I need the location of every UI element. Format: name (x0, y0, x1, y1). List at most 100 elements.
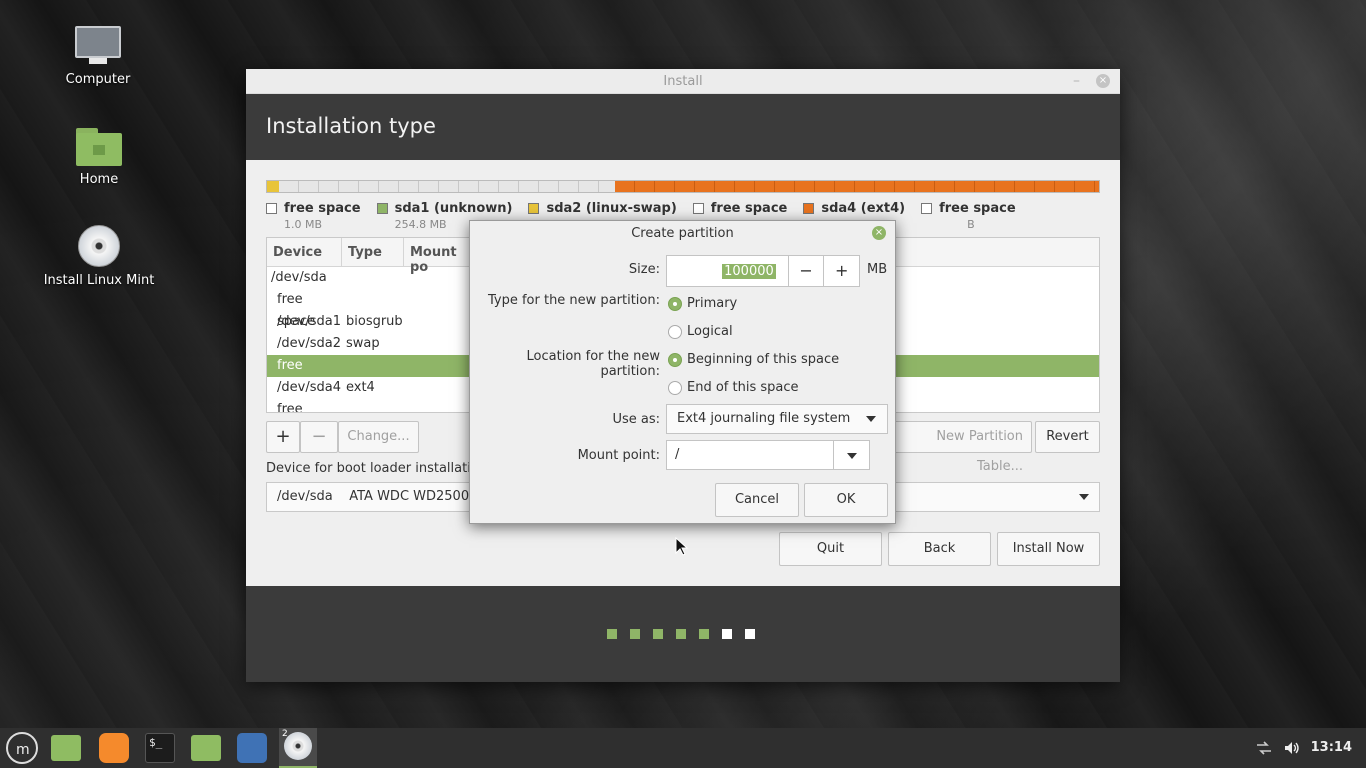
legend-label: sda4 (ext4) (821, 201, 906, 216)
row-device: /dev/sda4 (277, 380, 341, 395)
mount-point-combo[interactable]: / (666, 440, 870, 470)
desktop-icon-home[interactable]: Home (39, 128, 159, 187)
system-tray: 13:14 (1255, 728, 1352, 768)
partition-bar (266, 180, 1100, 193)
decrease-size-button[interactable]: − (787, 256, 824, 286)
size-spinbox[interactable]: 100000 − + (666, 255, 860, 287)
radio-unchecked-icon (668, 324, 682, 339)
mount-point-input[interactable]: / (667, 441, 833, 469)
progress-dot-pending (722, 629, 732, 639)
legend-label: sda2 (linux-swap) (546, 201, 677, 216)
bootloader-label: Device for boot loader installation (266, 461, 488, 476)
firefox-icon[interactable] (99, 733, 129, 763)
desktop-icon-label: Home (79, 172, 119, 187)
dialog-title: Create partition (631, 226, 734, 241)
row-type (342, 267, 422, 289)
workspace-badge: 2 (282, 729, 288, 739)
increase-size-button[interactable]: + (823, 256, 859, 286)
partition-bar-sda2 (267, 181, 279, 192)
legend-label: free space (939, 201, 1016, 216)
legend-size: B (967, 218, 975, 231)
computer-icon (75, 26, 121, 66)
radio-label: Primary (687, 296, 738, 311)
location-label: Location for the new partition: (526, 349, 660, 379)
radio-logical[interactable]: Logical (668, 324, 733, 339)
legend-swatch (692, 203, 704, 214)
radio-beginning[interactable]: Beginning of this space (668, 352, 839, 367)
use-as-select[interactable]: Ext4 journaling file system (666, 404, 888, 434)
size-input[interactable]: 100000 (722, 263, 776, 279)
desktop-icon-label: Computer (65, 72, 131, 87)
row-device: free space (277, 358, 316, 395)
legend-label: sda1 (unknown) (394, 201, 513, 216)
volume-icon[interactable] (1283, 740, 1301, 756)
legend-item: free space B (921, 201, 1016, 231)
bootloader-model: ATA WDC WD2500AA (349, 489, 488, 504)
remove-partition-button[interactable]: − (300, 421, 338, 453)
new-partition-table-button[interactable]: New Partition Table... (886, 421, 1032, 474)
radio-checked-icon (668, 352, 682, 367)
svg-text:m: m (16, 742, 30, 758)
size-label: Size: (628, 262, 660, 277)
row-type (342, 355, 422, 377)
close-icon[interactable]: × (1096, 74, 1110, 88)
bootloader-device: /dev/sda (277, 489, 333, 504)
column-type[interactable]: Type (342, 238, 404, 266)
taskbar-item-installer[interactable]: 2 (279, 728, 317, 768)
row-device: /dev/sda2 (277, 336, 341, 351)
column-device[interactable]: Device (267, 238, 342, 266)
ok-button[interactable]: OK (804, 483, 888, 517)
disc-icon (78, 225, 120, 267)
installer-icon (284, 732, 312, 760)
row-device: /dev/sda (271, 270, 327, 285)
legend-swatch (803, 203, 815, 214)
progress-dots (607, 629, 755, 639)
partition-bar-free (279, 181, 615, 192)
desktop-icon-computer[interactable]: Computer (38, 26, 158, 87)
create-partition-dialog: Create partition × Size: 100000 − + MB T… (469, 220, 896, 524)
network-icon[interactable] (1255, 740, 1273, 756)
row-type (342, 399, 422, 412)
close-icon[interactable]: × (872, 226, 886, 240)
size-unit: MB (867, 262, 888, 277)
chevron-down-icon[interactable] (833, 441, 869, 469)
legend-label: free space (284, 201, 361, 216)
minimize-icon[interactable]: – (1073, 69, 1080, 94)
window-titlebar[interactable]: Install – × (246, 69, 1120, 94)
desktop-icon-install[interactable]: Install Linux Mint (39, 225, 159, 288)
row-device: free space (277, 292, 316, 329)
cancel-button[interactable]: Cancel (715, 483, 799, 517)
folder-icon[interactable] (191, 735, 221, 761)
home-folder-icon (76, 128, 122, 166)
dialog-titlebar[interactable]: Create partition × (470, 221, 895, 247)
taskbar: m $_ 2 13:14 (0, 728, 1366, 768)
screenshot-icon[interactable] (237, 733, 267, 763)
quit-button[interactable]: Quit (779, 532, 882, 566)
clock[interactable]: 13:14 (1311, 728, 1352, 768)
files-icon[interactable] (51, 735, 81, 761)
desktop-icon-label: Install Linux Mint (43, 273, 155, 288)
radio-primary[interactable]: Primary (668, 296, 737, 311)
add-partition-button[interactable]: + (266, 421, 300, 453)
terminal-icon[interactable]: $_ (145, 733, 175, 763)
chevron-down-icon (1079, 494, 1089, 500)
row-type (342, 289, 422, 311)
radio-label: Beginning of this space (687, 352, 840, 367)
type-label: Type for the new partition: (487, 293, 660, 308)
use-as-value: Ext4 journaling file system (677, 411, 851, 426)
row-device: free space (277, 402, 303, 413)
install-now-button[interactable]: Install Now (997, 532, 1100, 566)
row-type: swap (346, 336, 380, 351)
revert-button[interactable]: Revert (1035, 421, 1100, 453)
legend-swatch (921, 203, 933, 214)
legend-size: 1.0 MB (284, 218, 323, 231)
mint-menu-icon[interactable]: m (6, 732, 38, 764)
change-partition-button[interactable]: Change... (338, 421, 419, 453)
legend-swatch (376, 203, 388, 214)
progress-dot-pending (745, 629, 755, 639)
back-button[interactable]: Back (888, 532, 991, 566)
mount-point-label: Mount point: (577, 448, 660, 463)
row-type: biosgrub (346, 314, 403, 329)
legend-item: free space 1.0 MB (266, 201, 361, 231)
radio-end[interactable]: End of this space (668, 380, 799, 395)
